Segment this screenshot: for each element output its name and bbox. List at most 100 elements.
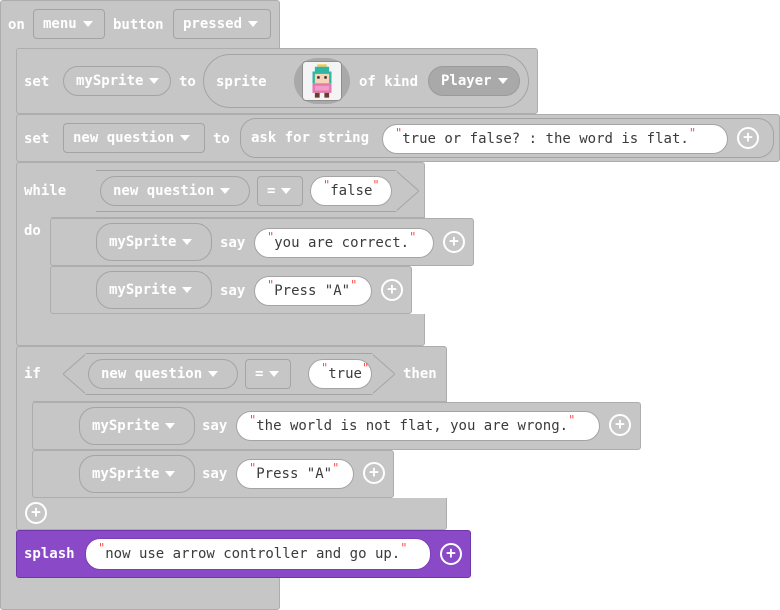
open-quote-icon: "	[321, 361, 329, 375]
do-label: do	[24, 223, 41, 239]
while-lhs-variable-dropdown[interactable]: new question	[100, 176, 250, 206]
add-argument-plus-icon[interactable]: +	[363, 462, 385, 484]
ask-for-string-label: ask for string	[251, 130, 370, 146]
while-rhs-string-input[interactable]: " false "	[310, 176, 392, 206]
say-label: say	[220, 283, 246, 299]
open-quote-icon: "	[249, 461, 257, 475]
splash-text-value: now use arrow controller and go up.	[105, 546, 401, 562]
button-dropdown[interactable]: menu	[33, 9, 105, 39]
open-quote-icon: "	[267, 230, 275, 244]
while-lhs-value: new question	[113, 183, 215, 199]
chevron-down-icon	[165, 423, 176, 429]
say-text-value: Press "A"	[256, 466, 333, 482]
close-quote-icon: "	[400, 541, 408, 555]
chevron-down-icon	[248, 21, 259, 27]
say-text-input[interactable]: " you are correct. "	[254, 228, 434, 258]
splash-text-input[interactable]: " now use arrow controller and go up. "	[85, 538, 431, 570]
say-sprite-dropdown[interactable]: mySprite	[79, 455, 195, 493]
kind-dropdown[interactable]: Player	[428, 66, 520, 96]
sprite-variable-value: mySprite	[76, 73, 144, 89]
say-text-value: Press "A"	[274, 283, 351, 299]
say-label: say	[202, 466, 228, 482]
say-text-input[interactable]: " Press "A" "	[254, 276, 372, 306]
on-label: on	[8, 17, 25, 33]
splash-label: splash	[24, 546, 75, 562]
say-label: say	[220, 235, 246, 251]
kind-dropdown-value: Player	[441, 73, 492, 89]
close-quote-icon: "	[688, 126, 697, 140]
chevron-down-icon	[149, 78, 160, 84]
sprite-of-kind-block[interactable]: sprite of kind Player	[203, 54, 529, 108]
action-dropdown-value: pressed	[183, 16, 243, 32]
if-operator-dropdown[interactable]: =	[245, 359, 291, 389]
add-argument-plus-icon[interactable]: +	[443, 231, 465, 253]
chevron-down-icon	[182, 287, 193, 293]
add-argument-plus-icon[interactable]: +	[381, 279, 403, 301]
to-label: to	[213, 131, 230, 147]
say-text-value: you are correct.	[274, 235, 410, 251]
open-quote-icon: "	[267, 278, 275, 292]
chevron-down-icon	[497, 78, 508, 84]
if-rhs-string-input[interactable]: " true "	[308, 359, 372, 389]
while-operator-value: =	[267, 183, 276, 199]
say-sprite-value: mySprite	[92, 418, 160, 434]
button-dropdown-value: menu	[43, 16, 77, 32]
chevron-down-icon	[281, 188, 292, 194]
sprite-image-field[interactable]	[294, 58, 350, 104]
then-label: then	[403, 366, 437, 382]
say-sprite-dropdown[interactable]: mySprite	[96, 271, 212, 309]
say-text-value: the world is not flat, you are wrong.	[256, 418, 569, 434]
say-sprite-value: mySprite	[92, 466, 160, 482]
action-dropdown[interactable]: pressed	[173, 9, 271, 39]
say-text-input[interactable]: " Press "A" "	[236, 459, 354, 489]
chevron-down-icon	[82, 21, 93, 27]
chevron-down-icon	[165, 471, 176, 477]
if-rhs-value: true	[328, 366, 362, 382]
chevron-down-icon	[269, 371, 280, 377]
open-quote-icon: "	[249, 413, 257, 427]
if-footer	[16, 498, 447, 530]
say-text-input[interactable]: " the world is not flat, you are wrong. …	[236, 411, 600, 441]
chevron-down-icon	[208, 371, 219, 377]
while-rhs-value: false	[330, 183, 373, 199]
say-sprite-dropdown[interactable]: mySprite	[96, 223, 212, 261]
player-sprite-image[interactable]	[302, 61, 342, 101]
set-label: set	[24, 74, 50, 90]
add-argument-plus-icon[interactable]: +	[440, 543, 462, 565]
say-sprite-value: mySprite	[109, 282, 177, 298]
question-variable-value: new question	[73, 130, 175, 146]
prompt-string-input[interactable]: " true or false? : the word is flat. "	[382, 124, 728, 154]
sprite-label: sprite	[216, 74, 267, 90]
chevron-down-icon	[220, 188, 231, 194]
close-quote-icon: "	[372, 178, 380, 192]
if-operator-value: =	[255, 366, 264, 382]
if-lhs-variable-dropdown[interactable]: new question	[88, 359, 238, 389]
say-sprite-dropdown[interactable]: mySprite	[79, 407, 195, 445]
open-quote-icon: "	[323, 178, 331, 192]
question-variable-dropdown[interactable]: new question	[63, 123, 205, 153]
close-quote-icon: "	[409, 230, 417, 244]
of-kind-label: of kind	[359, 74, 419, 90]
close-quote-icon: "	[361, 361, 370, 375]
if-lhs-value: new question	[101, 366, 203, 382]
while-label: while	[24, 183, 67, 199]
close-quote-icon: "	[350, 278, 358, 292]
add-else-plus-icon[interactable]: +	[25, 502, 47, 524]
chevron-down-icon	[180, 135, 191, 141]
open-quote-icon: "	[395, 126, 403, 140]
sprite-variable-dropdown[interactable]: mySprite	[63, 66, 171, 96]
add-argument-plus-icon[interactable]: +	[737, 127, 759, 149]
set-label: set	[24, 131, 50, 147]
add-argument-plus-icon[interactable]: +	[609, 414, 631, 436]
open-quote-icon: "	[98, 541, 106, 555]
say-label: say	[202, 418, 228, 434]
to-label: to	[179, 74, 196, 90]
button-label: button	[113, 17, 164, 33]
chevron-down-icon	[182, 239, 193, 245]
prompt-string-value: true or false? : the word is flat.	[402, 131, 689, 147]
say-sprite-value: mySprite	[109, 234, 177, 250]
close-quote-icon: "	[568, 413, 576, 427]
close-quote-icon: "	[332, 461, 340, 475]
while-operator-dropdown[interactable]: =	[257, 176, 303, 206]
if-arm	[16, 401, 33, 501]
